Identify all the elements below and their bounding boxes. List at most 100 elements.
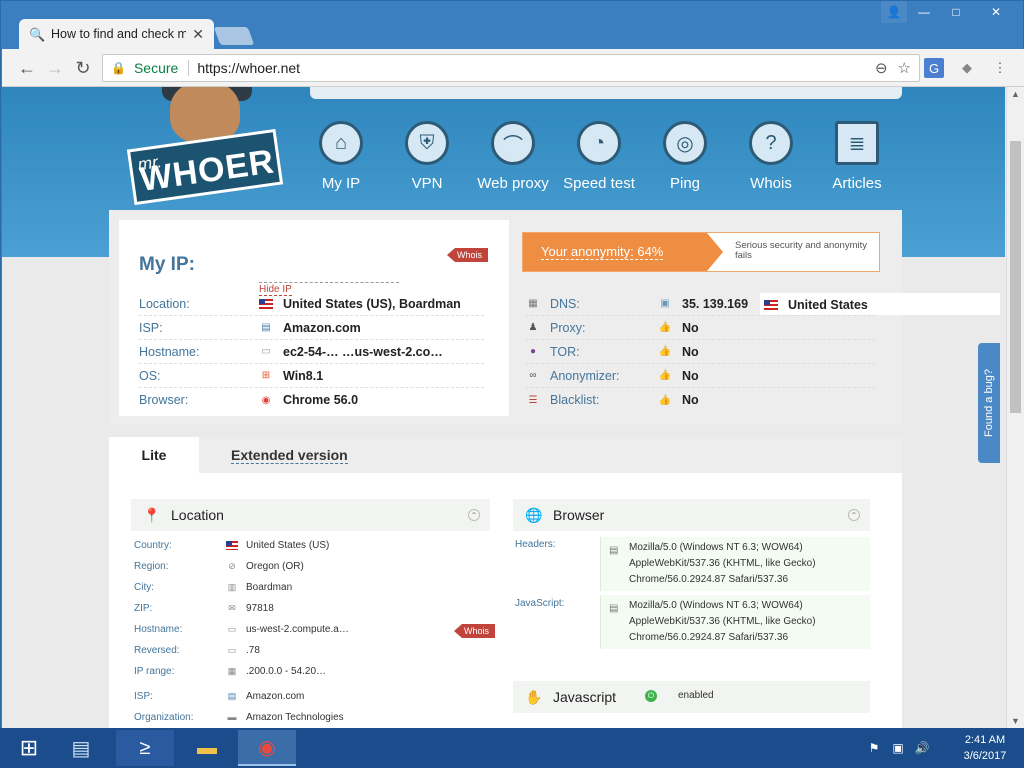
zoom-icon[interactable]: ⊖ (875, 59, 888, 77)
ua-line: AppleWebKit/537.36 (KHTML, like Gecko) (629, 616, 816, 627)
tab-lite[interactable]: Lite (109, 437, 199, 473)
anonymity-message: Serious security and anonymity fails (735, 240, 868, 262)
back-icon[interactable]: ← (16, 57, 38, 79)
chrome-taskbar-icon[interactable]: ◉ (238, 730, 296, 766)
info-row-location: Location: United States (US), Boardman (139, 292, 484, 316)
nav-vpn[interactable]: ⛨ VPN (384, 121, 470, 192)
user-icon[interactable]: 👤 (881, 1, 907, 23)
promo-banner[interactable] (310, 87, 902, 99)
nav-whois[interactable]: ? Whois (728, 121, 814, 192)
location-row: IP range: ▦ .200.0.0 - 54.20… (134, 661, 494, 681)
extension-icon[interactable]: ◆ (957, 58, 977, 78)
bookmark-star-icon[interactable]: ☆ (898, 59, 911, 77)
scroll-thumb[interactable] (1010, 141, 1021, 413)
url-text[interactable]: https://whoer.net (197, 60, 865, 76)
check-row-blacklist: ☰ Blacklist: 👍 No (526, 388, 876, 412)
isp-icon: ▤ (227, 690, 237, 701)
row-key: City: (134, 581, 154, 593)
start-button[interactable]: ⊞ (0, 730, 58, 766)
file-explorer-icon[interactable]: ▬ (178, 730, 236, 766)
browser-section-header[interactable]: 🌐 Browser ⌃ (513, 499, 870, 531)
action-center-icon[interactable]: ⚑ (864, 739, 884, 757)
window-controls: 👤 — □ ✕ (881, 1, 1019, 23)
dns-icon: ▦ (528, 298, 538, 309)
us-flag-icon (259, 298, 273, 310)
clock[interactable]: 2:41 AM 3/6/2017 (952, 732, 1018, 764)
home-icon: ⌂ (319, 121, 363, 165)
collapse-icon[interactable]: ⌃ (848, 509, 860, 521)
found-a-bug-tab[interactable]: Found a bug? (978, 343, 1000, 463)
new-tab-button[interactable] (213, 27, 255, 45)
powershell-icon[interactable]: ≥ (116, 730, 174, 766)
windows-taskbar: ⊞ ▤ ≥ ▬ ◉ ⚑ ▣ 🔊 2:41 AM 3/6/2017 (0, 728, 1024, 768)
location-row: Hostname: ▭ us-west-2.compute.a… (134, 619, 494, 639)
collapse-icon[interactable]: ⌃ (468, 509, 480, 521)
check-row-anonymizer: ∞ Anonymizer: 👍 No (526, 364, 876, 388)
menu-icon[interactable]: ⋮ (990, 58, 1010, 78)
clock-date: 3/6/2017 (963, 750, 1007, 762)
scroll-down-icon[interactable]: ▼ (1011, 716, 1021, 726)
nav-label: Speed test (563, 175, 635, 192)
row-value: Chrome 56.0 (283, 393, 359, 407)
row-key: TOR: (550, 344, 580, 359)
row-value: Win8.1 (283, 368, 324, 383)
info-row-isp: ISP: ▤ Amazon.com (139, 316, 484, 340)
dns-country: United States (764, 293, 994, 317)
translate-icon[interactable]: G (924, 58, 944, 78)
address-bar[interactable]: 🔒 Secure https://whoer.net ⊖ ☆ (102, 54, 920, 82)
spy-hat-icon: ⌒ (491, 121, 535, 165)
nav-speed-test[interactable]: ◔ Speed test (556, 121, 642, 192)
logo-mr: mr. (136, 152, 164, 175)
network-icon[interactable]: ▣ (888, 739, 908, 757)
nav-my-ip[interactable]: ⌂ My IP (298, 121, 384, 192)
whoer-logo[interactable]: mr. WHOER (126, 87, 284, 206)
clock-time: 2:41 AM (964, 734, 1006, 746)
nav-label: My IP (321, 175, 361, 192)
reload-icon[interactable]: ↻ (72, 57, 94, 79)
forward-icon[interactable]: → (44, 57, 66, 79)
info-row-hostname: Hostname: ▭ ec2-54-… …us-west-2.co… (139, 340, 484, 364)
row-key: Proxy: (550, 320, 586, 335)
row-key: Reversed: (134, 644, 180, 656)
ua-line: AppleWebKit/537.36 (KHTML, like Gecko) (629, 558, 816, 569)
gauge-icon: ◔ (577, 121, 621, 165)
mailbox-icon: ✉ (228, 602, 236, 613)
browser-title: Browser (553, 507, 605, 523)
shield-icon: ⛨ (405, 121, 449, 165)
browser-window: 👤 — □ ✕ 🔍 How to find and check m ✕ ← → … (0, 0, 1024, 728)
row-key: Location: (139, 296, 190, 311)
minimize-button[interactable]: — (909, 1, 939, 23)
compass-icon: ⊘ (228, 560, 236, 571)
nav-web-proxy[interactable]: ⌒ Web proxy (470, 121, 556, 192)
nav-label: Ping (669, 175, 701, 192)
whois-tag[interactable]: Whois (454, 624, 496, 638)
bug-tab-label: Found a bug? (983, 369, 996, 437)
location-row: Organization: ▬ Amazon Technologies (134, 707, 494, 727)
anonymity-box: Your anonymity: 64% Serious security and… (522, 232, 880, 272)
server-manager-icon[interactable]: ▤ (52, 730, 110, 766)
row-value: us-west-2.compute.a… (246, 623, 349, 635)
anonymity-label: Your anonymity: 64% (541, 244, 664, 260)
row-value: No (682, 320, 699, 335)
organization-icon: ▬ (227, 712, 237, 722)
anonymity-score[interactable]: Your anonymity: 64% (523, 233, 723, 271)
nav-label: Web proxy (477, 175, 549, 192)
row-value: Amazon Technologies (246, 711, 344, 723)
scroll-up-icon[interactable]: ▲ (1011, 89, 1021, 99)
server-icon: ▭ (261, 346, 271, 357)
whois-tag[interactable]: Whois (447, 248, 489, 262)
row-value: Amazon.com (246, 690, 305, 702)
close-button[interactable]: ✕ (973, 1, 1019, 23)
globe-icon: 🌐 (525, 507, 543, 523)
tab-close-icon[interactable]: ✕ (192, 26, 204, 43)
row-value: United States (US), Boardman (283, 296, 461, 311)
location-row: Reversed: ▭ .78 (134, 640, 494, 660)
maximize-button[interactable]: □ (941, 1, 971, 23)
volume-icon[interactable]: 🔊 (912, 739, 932, 757)
page-scrollbar[interactable]: ▲ ▼ (1006, 87, 1024, 728)
browser-tab[interactable]: 🔍 How to find and check m ✕ (19, 19, 214, 49)
tab-extended[interactable]: Extended version (231, 447, 348, 464)
location-section-header[interactable]: 📍 Location ⌃ (131, 499, 490, 531)
nav-ping[interactable]: ◎ Ping (642, 121, 728, 192)
nav-articles[interactable]: ≣ Articles (814, 121, 900, 192)
